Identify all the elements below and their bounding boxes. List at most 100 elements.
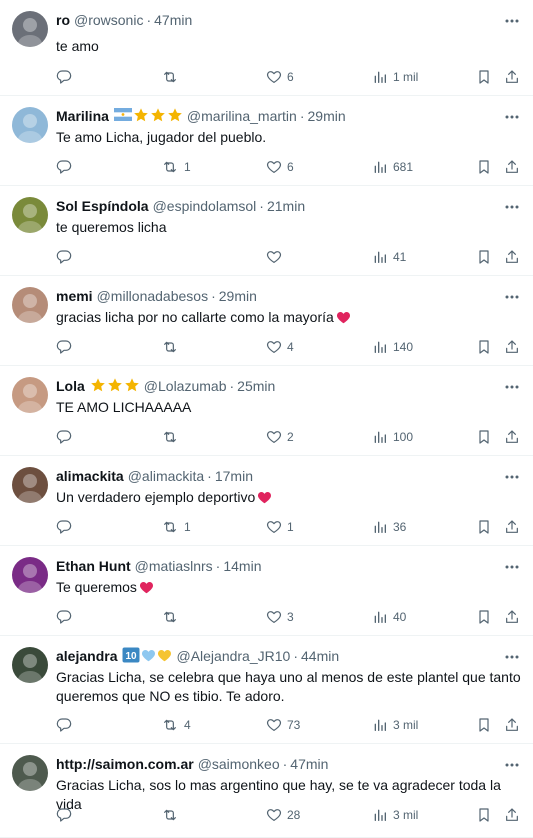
share-button[interactable] — [504, 428, 520, 446]
like-button[interactable]: 6 — [266, 68, 294, 86]
user-handle[interactable]: @matiaslnrs — [135, 558, 213, 574]
avatar[interactable] — [12, 107, 48, 143]
tweet-reply[interactable]: Sol Espíndola @espindolamsol · 21min te … — [0, 186, 533, 276]
views-button[interactable]: 100 — [372, 428, 413, 446]
more-icon[interactable] — [505, 200, 519, 214]
tweet-reply[interactable]: http://saimon.com.ar @saimonkeo · 47min … — [0, 744, 533, 838]
like-button[interactable]: 28 — [266, 806, 300, 824]
display-name[interactable]: Ethan Hunt — [56, 558, 131, 574]
more-icon[interactable] — [505, 650, 519, 664]
user-handle[interactable]: @espindolamsol — [153, 198, 257, 214]
user-handle[interactable]: @saimonkeo — [198, 756, 280, 772]
reply-button[interactable] — [56, 158, 77, 176]
views-button[interactable]: 41 — [372, 248, 406, 266]
user-handle[interactable]: @Alejandra_JR10 — [176, 648, 290, 664]
more-icon[interactable] — [505, 758, 519, 772]
share-button[interactable] — [504, 716, 520, 734]
share-button[interactable] — [504, 806, 520, 824]
avatar[interactable] — [12, 755, 48, 791]
avatar[interactable] — [12, 557, 48, 593]
tweet-reply[interactable]: alimackita @alimackita · 17min Un verdad… — [0, 456, 533, 546]
bookmark-button[interactable] — [476, 158, 492, 176]
views-button[interactable]: 3 mil — [372, 716, 418, 734]
views-button[interactable]: 40 — [372, 608, 406, 626]
more-icon[interactable] — [505, 470, 519, 484]
share-button[interactable] — [504, 248, 520, 266]
display-name[interactable]: Marilina — [56, 108, 109, 124]
like-button[interactable]: 4 — [266, 338, 294, 356]
tweet-reply[interactable]: Marilina @marilina_martin · 29min Te amo… — [0, 96, 533, 186]
display-name[interactable]: http://saimon.com.ar — [56, 756, 194, 772]
share-button[interactable] — [504, 608, 520, 626]
reply-button[interactable] — [56, 806, 77, 824]
retweet-button[interactable] — [161, 806, 184, 824]
views-button[interactable]: 140 — [372, 338, 413, 356]
reply-button[interactable] — [56, 248, 77, 266]
share-button[interactable] — [504, 518, 520, 536]
bookmark-button[interactable] — [476, 68, 492, 86]
more-icon[interactable] — [505, 380, 519, 394]
retweet-button[interactable]: 1 — [161, 518, 191, 536]
user-handle[interactable]: @alimackita — [128, 468, 204, 484]
retweet-button[interactable] — [161, 68, 184, 86]
avatar[interactable] — [12, 197, 48, 233]
views-button[interactable]: 1 mil — [372, 68, 418, 86]
retweet-button[interactable]: 4 — [161, 716, 191, 734]
more-icon[interactable] — [505, 290, 519, 304]
like-button[interactable]: 6 — [266, 158, 294, 176]
bookmark-button[interactable] — [476, 428, 492, 446]
share-button[interactable] — [504, 158, 520, 176]
reply-button[interactable] — [56, 428, 77, 446]
timestamp[interactable]: 21min — [267, 198, 305, 214]
like-button[interactable]: 3 — [266, 608, 294, 626]
share-button[interactable] — [504, 338, 520, 356]
reply-button[interactable] — [56, 68, 77, 86]
display-name[interactable]: Sol Espíndola — [56, 198, 149, 214]
retweet-button[interactable]: 1 — [161, 158, 191, 176]
like-button[interactable]: 1 — [266, 518, 294, 536]
display-name[interactable]: memi — [56, 288, 93, 304]
views-button[interactable]: 36 — [372, 518, 406, 536]
retweet-button[interactable] — [161, 338, 184, 356]
timestamp[interactable]: 44min — [301, 648, 339, 664]
display-name[interactable]: Lola — [56, 378, 85, 394]
timestamp[interactable]: 29min — [219, 288, 257, 304]
more-icon[interactable] — [505, 110, 519, 124]
timestamp[interactable]: 47min — [290, 756, 328, 772]
display-name[interactable]: ro — [56, 12, 70, 28]
retweet-button[interactable] — [161, 428, 184, 446]
tweet-reply[interactable]: memi @millonadabesos · 29min gracias lic… — [0, 276, 533, 366]
more-icon[interactable] — [505, 14, 519, 28]
timestamp[interactable]: 29min — [308, 108, 346, 124]
timestamp[interactable]: 14min — [223, 558, 261, 574]
bookmark-button[interactable] — [476, 716, 492, 734]
tweet-reply[interactable]: Lola @Lolazumab · 25min TE AMO LICHAAAAA… — [0, 366, 533, 456]
display-name[interactable]: alimackita — [56, 468, 124, 484]
share-button[interactable] — [504, 68, 520, 86]
timestamp[interactable]: 25min — [237, 378, 275, 394]
avatar[interactable] — [12, 377, 48, 413]
tweet-reply[interactable]: alejandra 10 @Alejandra_JR10 · 44min Gra… — [0, 636, 533, 744]
views-button[interactable]: 3 mil — [372, 806, 418, 824]
like-button[interactable] — [266, 248, 287, 266]
bookmark-button[interactable] — [476, 806, 492, 824]
reply-button[interactable] — [56, 716, 77, 734]
user-handle[interactable]: @rowsonic — [74, 12, 143, 28]
bookmark-button[interactable] — [476, 248, 492, 266]
like-button[interactable]: 2 — [266, 428, 294, 446]
bookmark-button[interactable] — [476, 338, 492, 356]
user-handle[interactable]: @Lolazumab — [144, 378, 227, 394]
avatar[interactable] — [12, 11, 48, 47]
reply-button[interactable] — [56, 608, 77, 626]
tweet-reply[interactable]: ro @rowsonic · 47min te amo 6 1 mil — [0, 0, 533, 96]
avatar[interactable] — [12, 467, 48, 503]
like-button[interactable]: 73 — [266, 716, 300, 734]
avatar[interactable] — [12, 647, 48, 683]
tweet-reply[interactable]: Ethan Hunt @matiaslnrs · 14min Te querem… — [0, 546, 533, 636]
more-icon[interactable] — [505, 560, 519, 574]
user-handle[interactable]: @marilina_martin — [187, 108, 297, 124]
display-name[interactable]: alejandra — [56, 648, 117, 664]
retweet-button[interactable] — [161, 608, 184, 626]
timestamp[interactable]: 17min — [215, 468, 253, 484]
bookmark-button[interactable] — [476, 608, 492, 626]
